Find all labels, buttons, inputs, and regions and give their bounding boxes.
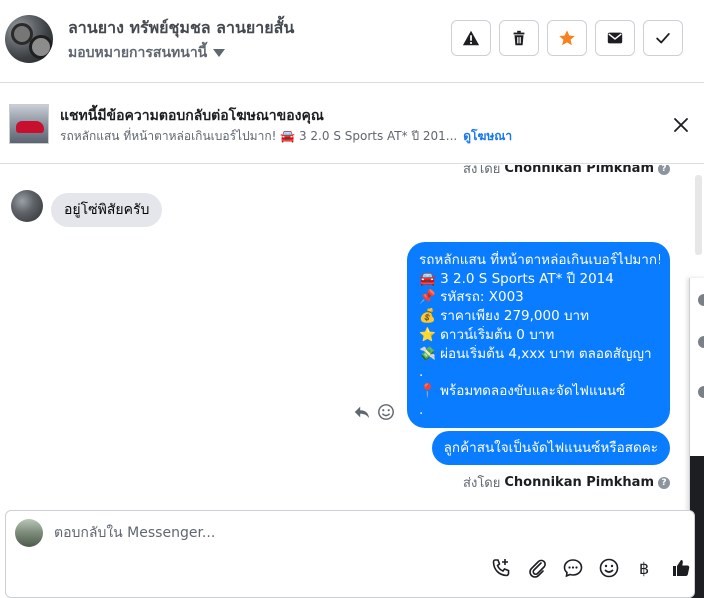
message-line: รถหลักแสน ที่หน้าตาหล่อเกินเบอร์ไปมาก! bbox=[419, 252, 660, 268]
sent-by-label-top: ส่งโดย Chonnikan Pimkham ? bbox=[463, 165, 670, 179]
ad-reply-banner: แชทนี้มีข้อความตอบกลับต่อโฆษณาของคุณ รถห… bbox=[0, 84, 704, 164]
message-line: 📌 รหัสรถ: X003 bbox=[419, 289, 524, 306]
message-line: . bbox=[419, 364, 424, 381]
outgoing-message-ad[interactable]: รถหลักแสน ที่หน้าตาหล่อเกินเบอร์ไปมาก! 🚘… bbox=[407, 242, 670, 429]
help-icon[interactable]: ? bbox=[658, 476, 670, 489]
ad-summary: รถหลักแสน ที่หน้าตาหล่อเกินเบอร์ไปมาก! 🚘… bbox=[60, 129, 458, 143]
message-line: 🚘 3 2.0 S Sports AT* ปี 2014 bbox=[419, 270, 614, 287]
assign-conversation-label: มอบหมายการสนทนานี้ bbox=[68, 45, 208, 61]
star-icon bbox=[559, 30, 575, 46]
sent-by-prefix: ส่งโดย bbox=[463, 476, 501, 491]
sender-name: Chonnikan Pimkham bbox=[504, 475, 654, 490]
peek-avatar bbox=[698, 386, 704, 398]
messenger-conversation-view: ลานยาง ทรัพย์ชุมชล ลานยายสั้น มอบหมายการ… bbox=[0, 0, 704, 598]
scrollbar[interactable] bbox=[695, 175, 702, 255]
emoji-icon[interactable] bbox=[598, 557, 620, 579]
report-icon bbox=[462, 30, 480, 46]
reply-input[interactable] bbox=[54, 519, 654, 547]
peek-avatar bbox=[698, 294, 704, 306]
message-line: 📍 พร้อมทดลองขับและจัดไฟแนนซ์ bbox=[419, 382, 626, 399]
contact-name[interactable]: ลานยาง ทรัพย์ชุมชล ลานยายสั้น bbox=[68, 16, 294, 41]
report-spam-button[interactable] bbox=[451, 20, 491, 56]
close-icon[interactable] bbox=[672, 116, 690, 134]
sent-by-label: ส่งโดย Chonnikan Pimkham ? bbox=[463, 472, 670, 493]
delete-conversation-button[interactable] bbox=[499, 20, 539, 56]
reply-icon[interactable] bbox=[353, 403, 371, 421]
baht-icon[interactable]: ฿ bbox=[634, 557, 656, 579]
message-line: . bbox=[419, 401, 424, 418]
outgoing-message-question[interactable]: ลูกค้าสนใจเป็นจัดไฟแนนซ์หรือสดคะ bbox=[431, 431, 670, 465]
assign-conversation-dropdown[interactable]: มอบหมายการสนทนานี้ bbox=[68, 42, 226, 64]
ad-banner-title: แชทนี้มีข้อความตอบกลับต่อโฆษณาของคุณ bbox=[60, 108, 324, 124]
incoming-message[interactable]: อยู่โซ่พิสัยครับ bbox=[51, 193, 163, 227]
mark-unread-button[interactable] bbox=[595, 20, 635, 56]
thumbs-up-icon[interactable] bbox=[670, 557, 692, 579]
caret-down-icon bbox=[213, 49, 226, 57]
sent-by-prefix: ส่งโดย bbox=[463, 165, 501, 177]
ad-thumbnail[interactable] bbox=[9, 104, 49, 144]
mark-done-button[interactable] bbox=[643, 20, 683, 56]
message-line: ⭐ ดาวน์เริ่มต้น 0 บาท bbox=[419, 326, 555, 343]
contact-avatar-small[interactable] bbox=[11, 190, 43, 222]
checkmark-icon bbox=[656, 33, 670, 44]
view-ad-link[interactable]: ดูโฆษณา bbox=[463, 127, 512, 146]
message-line: 💰 ราคาเพียง 279,000 บาท bbox=[419, 308, 590, 325]
page-avatar bbox=[15, 519, 43, 547]
message-actions bbox=[353, 403, 395, 421]
svg-text:฿: ฿ bbox=[639, 559, 649, 578]
ad-banner-subtitle: รถหลักแสน ที่หน้าตาหล่อเกินเบอร์ไปมาก! 🚘… bbox=[60, 127, 512, 146]
composer-toolbar: ฿ bbox=[490, 557, 692, 579]
contact-avatar[interactable] bbox=[5, 15, 53, 63]
chat-bubble-icon[interactable] bbox=[562, 557, 584, 579]
conversation-header: ลานยาง ทรัพย์ชุมชล ลานยายสั้น มอบหมายการ… bbox=[0, 0, 704, 83]
paperclip-icon[interactable] bbox=[526, 557, 548, 579]
reply-composer: ฿ bbox=[5, 510, 695, 598]
trash-icon bbox=[513, 30, 525, 46]
sender-name: Chonnikan Pimkham bbox=[504, 165, 654, 176]
emoji-react-icon[interactable] bbox=[377, 403, 395, 421]
call-add-icon[interactable] bbox=[490, 557, 512, 579]
peek-avatar bbox=[698, 336, 704, 348]
help-icon[interactable]: ? bbox=[658, 165, 670, 175]
envelope-icon bbox=[607, 32, 623, 44]
message-line: 💸 ผ่อนเริ่มต้น 4,xxx บาท ตลอดสัญญา bbox=[419, 345, 652, 362]
message-thread[interactable]: ส่งโดย Chonnikan Pimkham ? อยู่โซ่พิสัยค… bbox=[0, 165, 704, 510]
star-conversation-button[interactable] bbox=[547, 20, 587, 56]
